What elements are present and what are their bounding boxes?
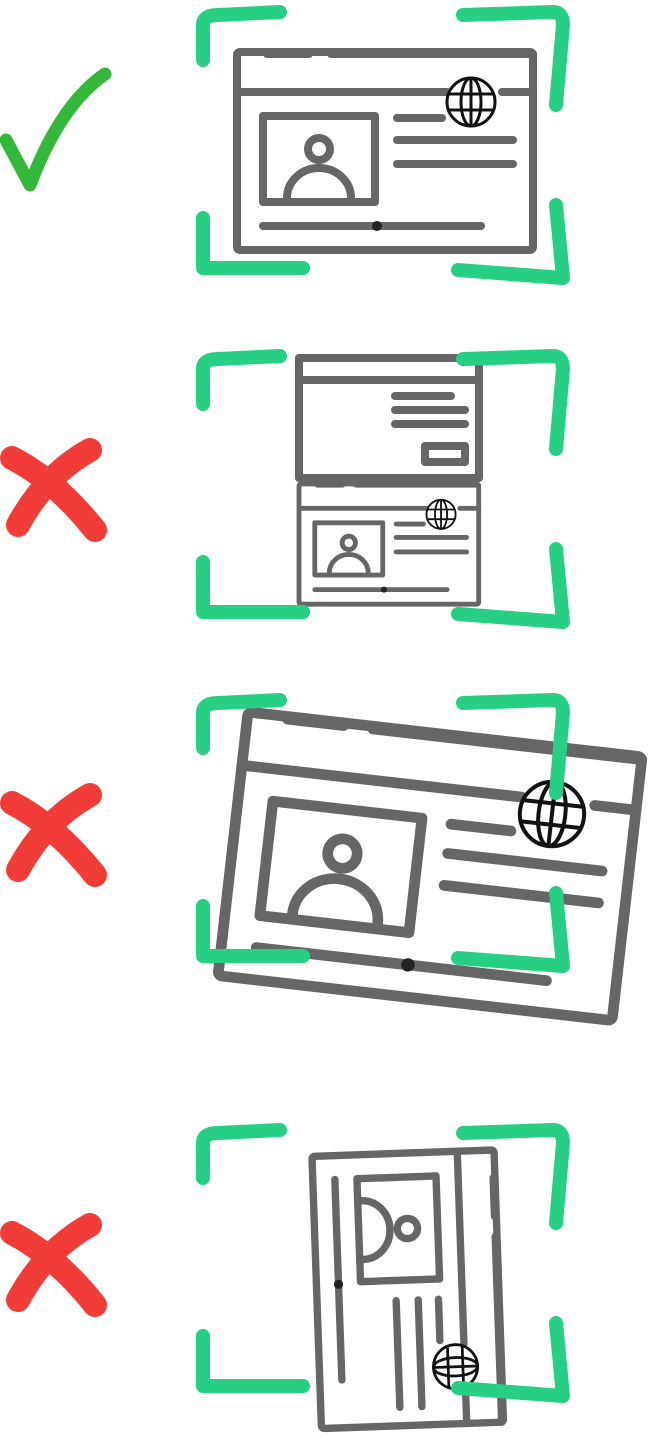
check-icon bbox=[0, 67, 112, 192]
example-incorrect-two-sided bbox=[0, 354, 563, 622]
cross-icon bbox=[0, 783, 107, 887]
id-card-back bbox=[295, 354, 483, 482]
id-card-front-small bbox=[299, 484, 479, 604]
id-card-tilted-oversized bbox=[218, 712, 642, 1021]
scan-frame-corners bbox=[203, 356, 563, 622]
example-incorrect-tilted bbox=[0, 700, 642, 1021]
cross-icon bbox=[0, 438, 107, 542]
example-correct bbox=[0, 12, 563, 278]
example-incorrect-rotated bbox=[0, 1130, 563, 1429]
scan-frame-corners bbox=[203, 1130, 563, 1396]
cross-icon bbox=[0, 1213, 107, 1317]
id-card-scan-guide bbox=[0, 0, 651, 1439]
id-card-straight-centered bbox=[237, 52, 533, 250]
